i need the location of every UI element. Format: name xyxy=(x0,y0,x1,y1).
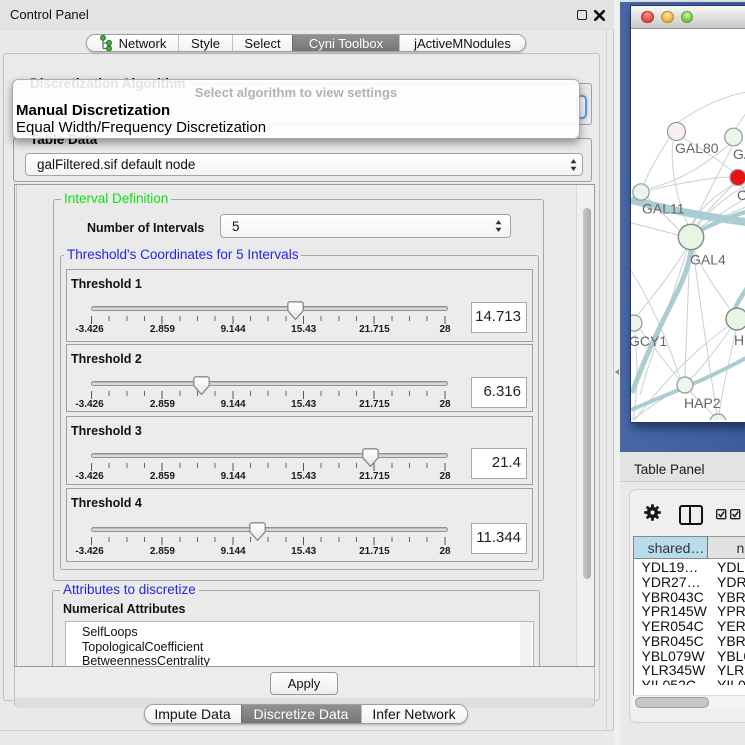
svg-text:C: C xyxy=(737,187,745,203)
svg-text:GAL4: GAL4 xyxy=(690,252,726,268)
svg-text:GAL80: GAL80 xyxy=(675,140,719,156)
svg-text:GCY1: GCY1 xyxy=(631,333,667,349)
svg-text:GAL11: GAL11 xyxy=(642,201,685,217)
svg-text:H: H xyxy=(734,332,744,348)
svg-text:HAP2: HAP2 xyxy=(684,395,721,411)
svg-text:GA: GA xyxy=(733,146,745,162)
